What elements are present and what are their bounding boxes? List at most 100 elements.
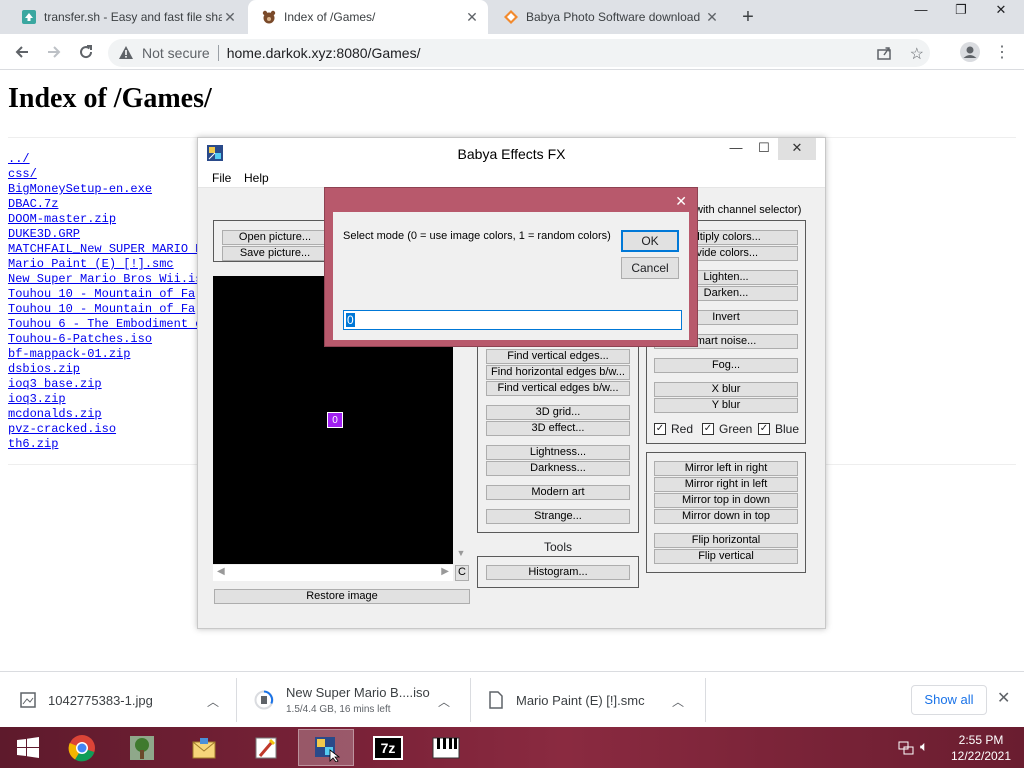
- url-text[interactable]: home.darkok.xyz:8080/Games/: [227, 45, 421, 61]
- download-item-smc[interactable]: Mario Paint (E) [!].smc ︿: [488, 672, 698, 728]
- tab-close-icon[interactable]: ✕: [464, 9, 480, 26]
- file-link[interactable]: DOOM-master.zip: [8, 212, 202, 227]
- reload-icon[interactable]: [74, 40, 98, 64]
- clock[interactable]: 2:55 PM 12/22/2021: [944, 732, 1018, 764]
- y-blur-button[interactable]: Y blur: [654, 398, 798, 413]
- restore-image-button[interactable]: Restore image: [214, 589, 470, 604]
- file-link[interactable]: bf-mappack-01.zip: [8, 347, 202, 362]
- flip-horizontal-button[interactable]: Flip horizontal: [654, 533, 798, 548]
- close-window-icon[interactable]: ✕: [984, 0, 1018, 22]
- file-link[interactable]: mcdonalds.zip: [8, 407, 202, 422]
- window-minimize-icon[interactable]: —: [724, 138, 748, 160]
- mail-app-icon[interactable]: [176, 729, 232, 766]
- show-all-button[interactable]: Show all: [911, 685, 987, 715]
- file-link[interactable]: DUKE3D.GRP: [8, 227, 202, 242]
- red-checkbox[interactable]: ✓ Red: [654, 422, 693, 436]
- file-link[interactable]: css/: [8, 167, 202, 182]
- flip-vertical-button[interactable]: Flip vertical: [654, 549, 798, 564]
- new-tab-button[interactable]: +: [738, 6, 758, 28]
- menu-kebab-icon[interactable]: ⋮: [990, 40, 1014, 64]
- checkmark-icon: ✓: [654, 423, 666, 435]
- volume-icon[interactable]: 🔈︎: [920, 738, 928, 755]
- window-titlebar[interactable]: Babya Effects FX — ☐ ✕: [198, 138, 825, 168]
- find-vertical-edges-bw-button[interactable]: Find vertical edges b/w...: [486, 381, 630, 396]
- scroll-left-icon[interactable]: ◀: [217, 566, 225, 577]
- start-windows-icon[interactable]: [0, 729, 56, 766]
- bookmark-star-icon[interactable]: ☆: [910, 44, 924, 64]
- forward-icon[interactable]: [42, 40, 66, 64]
- file-link[interactable]: MATCHFAIL_New SUPER MARIO B: [8, 242, 202, 257]
- fog-button[interactable]: Fog...: [654, 358, 798, 373]
- 7zip-icon[interactable]: 7z: [360, 729, 416, 766]
- chrome-icon[interactable]: [54, 729, 110, 766]
- open-picture-button[interactable]: Open picture...: [222, 230, 328, 245]
- profile-avatar-icon[interactable]: [958, 40, 982, 64]
- find-vertical-edges-button[interactable]: Find vertical edges...: [486, 349, 630, 364]
- file-link[interactable]: ../: [8, 152, 202, 167]
- mode-input[interactable]: 0: [343, 310, 682, 330]
- warning-icon[interactable]: [118, 45, 134, 61]
- file-link[interactable]: pvz-cracked.iso: [8, 422, 202, 437]
- babya-effects-taskbar-icon[interactable]: [298, 729, 354, 766]
- file-link[interactable]: Touhou 6 - The Embodiment o: [8, 317, 202, 332]
- histogram-button[interactable]: Histogram...: [486, 565, 630, 580]
- file-link[interactable]: Touhou 10 - Mountain of Fa: [8, 302, 202, 317]
- file-link[interactable]: BigMoneySetup-en.exe: [8, 182, 202, 197]
- piano-app-icon[interactable]: [418, 729, 474, 766]
- scroll-down-icon[interactable]: ▼: [454, 548, 468, 564]
- network-icon[interactable]: [898, 739, 914, 758]
- x-blur-button[interactable]: X blur: [654, 382, 798, 397]
- plant-app-icon[interactable]: [114, 729, 170, 766]
- mirror-down-in-top-button[interactable]: Mirror down in top: [654, 509, 798, 524]
- window-close-icon[interactable]: ✕: [778, 138, 816, 160]
- modern-art-button[interactable]: Modern art: [486, 485, 630, 500]
- darkness-button[interactable]: Darkness...: [486, 461, 630, 476]
- file-link[interactable]: dsbios.zip: [8, 362, 202, 377]
- minimize-icon[interactable]: —: [904, 0, 938, 22]
- cancel-button[interactable]: Cancel: [621, 257, 679, 279]
- grid-3d-button[interactable]: 3D grid...: [486, 405, 630, 420]
- strange-button[interactable]: Strange...: [486, 509, 630, 524]
- find-horizontal-edges-bw-button[interactable]: Find horizontal edges b/w...: [486, 365, 630, 380]
- dialog-close-icon[interactable]: ✕: [675, 193, 687, 210]
- address-bar[interactable]: Not secure home.darkok.xyz:8080/Games/ ☆: [108, 39, 930, 67]
- file-link[interactable]: New Super Mario Bros Wii.is: [8, 272, 202, 287]
- tab-close-icon[interactable]: ✕: [704, 9, 720, 26]
- tab-index-of-games[interactable]: Index of /Games/ ✕: [248, 0, 488, 34]
- back-icon[interactable]: [10, 40, 34, 64]
- scroll-right-icon[interactable]: ▶: [441, 566, 449, 577]
- blue-checkbox[interactable]: ✓ Blue: [758, 422, 799, 436]
- effect-3d-button[interactable]: 3D effect...: [486, 421, 630, 436]
- mirror-right-in-left-button[interactable]: Mirror right in left: [654, 477, 798, 492]
- download-item-iso[interactable]: New Super Mario B....iso 1.5/4.4 GB, 16 …: [254, 672, 464, 728]
- file-link[interactable]: ioq3.zip: [8, 392, 202, 407]
- tab-babya-download[interactable]: Babya Photo Software download ✕: [490, 0, 728, 34]
- ok-button[interactable]: OK: [621, 230, 679, 252]
- paint-app-icon[interactable]: [238, 729, 294, 766]
- download-item-jpg[interactable]: 1042775383-1.jpg ︿: [20, 672, 230, 728]
- file-link[interactable]: ioq3 base.zip: [8, 377, 202, 392]
- c-button[interactable]: C: [455, 565, 469, 581]
- lightness-button[interactable]: Lightness...: [486, 445, 630, 460]
- share-icon[interactable]: [876, 45, 892, 64]
- menu-help[interactable]: Help: [244, 171, 269, 185]
- tab-close-icon[interactable]: ✕: [222, 9, 238, 26]
- file-link[interactable]: th6.zip: [8, 437, 202, 452]
- file-link[interactable]: Touhou 10 - Mountain of Fa: [8, 287, 202, 302]
- menu-file[interactable]: File: [212, 171, 231, 185]
- window-maximize-icon[interactable]: ☐: [752, 138, 776, 160]
- tab-transfer-sh[interactable]: transfer.sh - Easy and fast file sha ✕: [8, 0, 246, 34]
- chevron-up-icon[interactable]: ︿: [438, 693, 450, 710]
- close-downloads-icon[interactable]: ✕: [997, 688, 1010, 708]
- restore-window-icon[interactable]: ❐: [944, 0, 978, 22]
- file-link[interactable]: Mario Paint (E) [!].smc: [8, 257, 202, 272]
- file-link[interactable]: DBAC.7z: [8, 197, 202, 212]
- file-link[interactable]: Touhou-6-Patches.iso: [8, 332, 202, 347]
- mirror-left-in-right-button[interactable]: Mirror left in right: [654, 461, 798, 476]
- green-checkbox[interactable]: ✓ Green: [702, 422, 752, 436]
- chevron-up-icon[interactable]: ︿: [672, 693, 684, 710]
- chevron-up-icon[interactable]: ︿: [207, 693, 219, 710]
- horizontal-scrollbar[interactable]: ◀ ▶: [213, 565, 453, 581]
- save-picture-button[interactable]: Save picture...: [222, 246, 328, 261]
- mirror-top-in-down-button[interactable]: Mirror top in down: [654, 493, 798, 508]
